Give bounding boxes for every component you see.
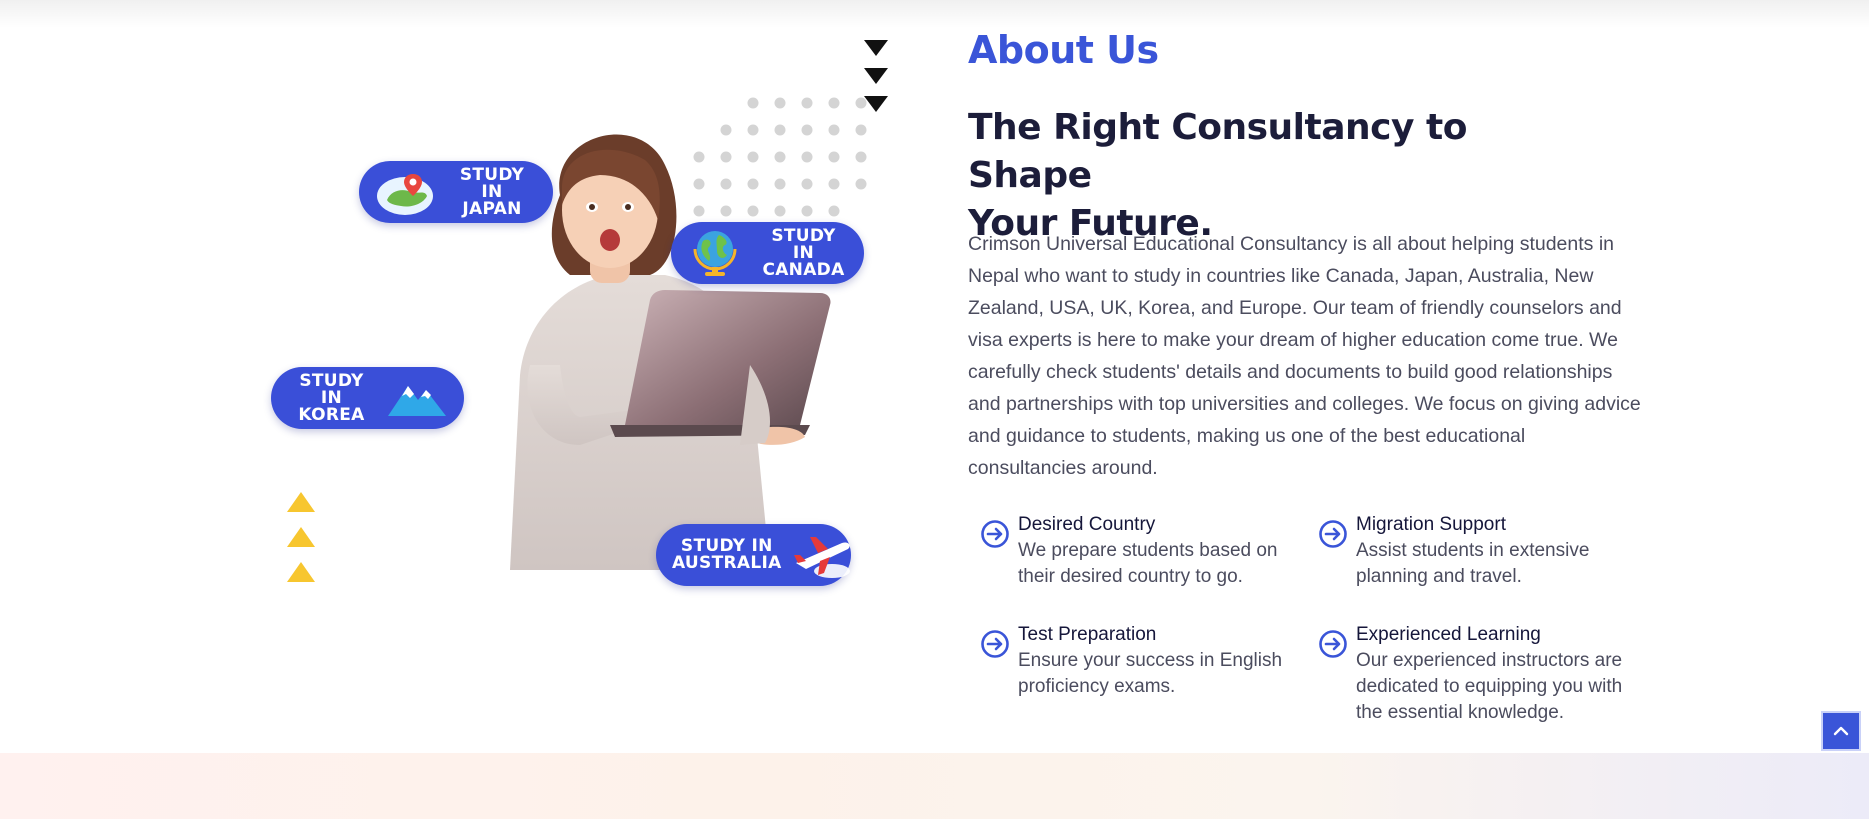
feature-description: Our experienced instructors are dedicate…: [1356, 650, 1623, 723]
section-heading: The Right Consultancy to Shape Your Futu…: [968, 104, 1528, 248]
australia-badge-label: STUDY IN AUSTRALIA: [672, 536, 782, 573]
heading-line-1: The Right Consultancy to Shape: [968, 107, 1467, 196]
globe-icon: [693, 231, 737, 276]
mountain-icon: [388, 386, 446, 416]
study-in-canada-badge[interactable]: STUDY IN CANADA: [671, 222, 864, 284]
korea-badge-label: STUDY IN KOREA: [298, 370, 365, 425]
feature-title: Migration Support: [1356, 514, 1506, 535]
arrow-circle-right-icon: [981, 630, 1009, 658]
study-in-japan-badge[interactable]: STUDY IN JAPAN: [359, 161, 553, 223]
feature-text: Test Preparation Ensure your success in …: [1018, 622, 1300, 700]
japan-map-icon: [377, 174, 433, 215]
feature-text: Migration Support Assist students in ext…: [1356, 512, 1638, 590]
feature-item: Test Preparation Ensure your success in …: [980, 622, 1300, 700]
about-description: Crimson Universal Educational Consultanc…: [968, 233, 1641, 479]
next-section-background: [0, 753, 1869, 819]
canada-badge-label: STUDY IN CANADA: [762, 225, 845, 280]
chevron-up-icon: [1833, 726, 1849, 736]
arrow-circle-right-icon: [1319, 630, 1347, 658]
about-illustration: STUDY IN JAPAN STUDY IN CANADA STUDY IN …: [260, 30, 930, 600]
feature-title: Test Preparation: [1018, 624, 1157, 645]
yellow-triangles-decoration: [286, 490, 316, 595]
study-in-australia-badge[interactable]: STUDY IN AUSTRALIA: [656, 524, 851, 586]
section-label: About Us: [968, 28, 1159, 72]
arrow-circle-right-icon: [1319, 520, 1347, 548]
japan-badge-label: STUDY IN JAPAN: [459, 164, 525, 219]
black-triangles-decoration: [863, 38, 889, 123]
feature-title: Desired Country: [1018, 514, 1156, 535]
feature-description: Assist students in extensive planning an…: [1356, 540, 1590, 587]
feature-text: Desired Country We prepare students base…: [1018, 512, 1300, 590]
airplane-icon: [793, 537, 850, 578]
feature-item: Migration Support Assist students in ext…: [1318, 512, 1638, 590]
arrow-circle-right-icon: [981, 520, 1009, 548]
header-shadow: [0, 0, 1869, 28]
feature-description: We prepare students based on their desir…: [1018, 540, 1278, 587]
study-in-korea-badge[interactable]: STUDY IN KOREA: [271, 367, 464, 429]
feature-description: Ensure your success in English proficien…: [1018, 650, 1283, 697]
scroll-to-top-button[interactable]: [1821, 711, 1861, 751]
feature-item: Experienced Learning Our experienced ins…: [1318, 622, 1638, 726]
feature-item: Desired Country We prepare students base…: [980, 512, 1300, 590]
feature-text: Experienced Learning Our experienced ins…: [1356, 622, 1638, 726]
feature-title: Experienced Learning: [1356, 624, 1541, 645]
features-grid: Desired Country We prepare students base…: [980, 512, 1660, 732]
